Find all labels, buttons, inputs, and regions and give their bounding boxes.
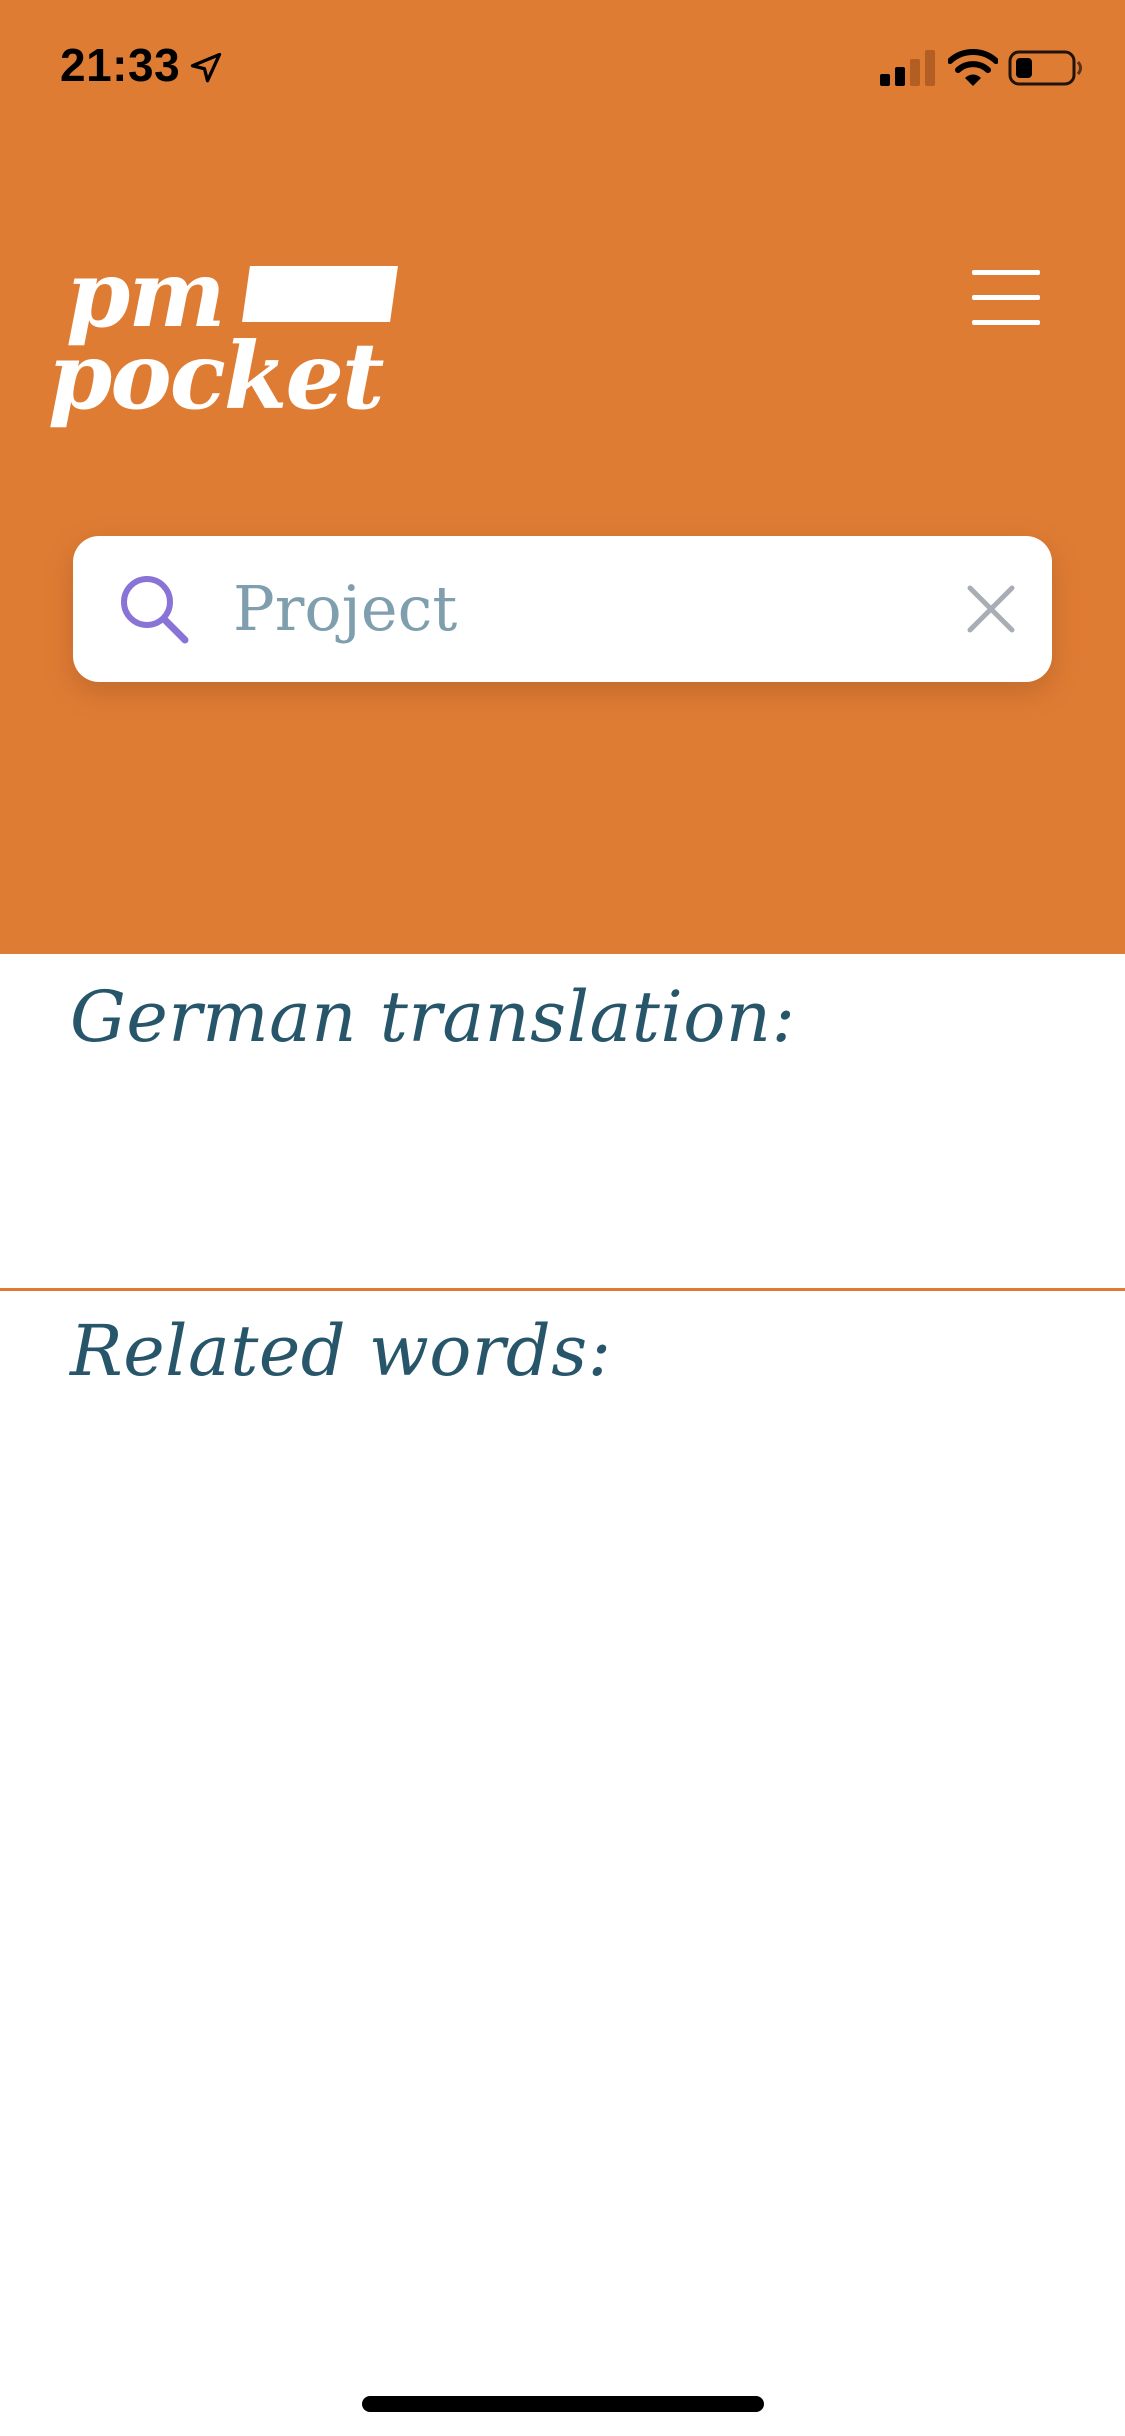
menu-line <box>972 320 1040 325</box>
menu-line <box>972 270 1040 275</box>
search-input[interactable] <box>233 560 993 656</box>
battery-icon <box>1008 50 1082 86</box>
app-header: 21:33 pm pocket <box>0 0 1125 954</box>
location-arrow-icon <box>190 52 222 83</box>
wifi-icon <box>948 49 998 86</box>
search-bar[interactable] <box>73 536 1052 682</box>
home-indicator[interactable] <box>362 2396 764 2412</box>
german-translation-label: German translation: <box>70 976 796 1058</box>
related-words-label: Related words: <box>70 1310 612 1392</box>
logo-text-pocket: pocket <box>48 322 384 430</box>
menu-line <box>972 295 1040 300</box>
close-icon[interactable] <box>966 584 1016 634</box>
cellular-signal-icon <box>880 50 935 86</box>
logo-bar <box>242 266 398 322</box>
status-time: 21:33 <box>60 39 181 91</box>
divider <box>0 1288 1125 1291</box>
pm-pocket-logo: pm pocket <box>48 248 408 438</box>
search-icon <box>121 576 189 644</box>
hamburger-menu-icon[interactable] <box>968 266 1044 330</box>
